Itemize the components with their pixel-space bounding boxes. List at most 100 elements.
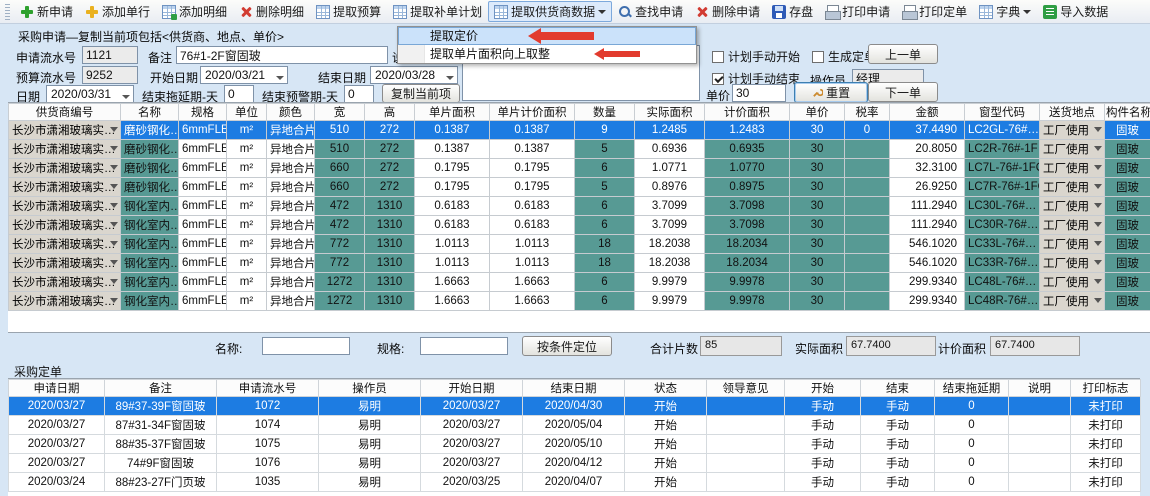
end-date-select[interactable]: 2020/03/28 <box>370 66 458 84</box>
cell-color[interactable]: 异地合片 <box>267 216 315 235</box>
cell-spec[interactable]: 6mmFLE… <box>179 292 227 311</box>
cell-part-name[interactable]: 固玻 <box>1105 159 1150 178</box>
cell-unit[interactable]: m² <box>227 159 267 178</box>
save-button[interactable]: 存盘 <box>766 1 819 22</box>
cell-color[interactable]: 异地合片 <box>267 254 315 273</box>
cell-part-name[interactable]: 固玻 <box>1105 235 1150 254</box>
cell-width[interactable]: 510 <box>315 140 365 159</box>
cell-start-date[interactable]: 2020/03/27 <box>421 416 523 435</box>
cell-apply-no[interactable]: 1035 <box>217 473 319 492</box>
cell-status[interactable]: 开始 <box>625 435 707 454</box>
cell-start[interactable]: 手动 <box>785 435 861 454</box>
cell-part-name[interactable]: 固玻 <box>1105 273 1150 292</box>
cell-end[interactable]: 手动 <box>861 473 935 492</box>
cell-piece-area[interactable]: 0.1387 <box>415 140 490 159</box>
cell-qty[interactable]: 6 <box>575 273 635 292</box>
cell-piece-area[interactable]: 0.1387 <box>415 121 490 140</box>
cell-spec[interactable]: 6mmFLE… <box>179 216 227 235</box>
cell-priced-area[interactable]: 0.6935 <box>705 140 790 159</box>
cell-part-name[interactable]: 固玻 <box>1105 140 1150 159</box>
cell-actual-area[interactable]: 18.2038 <box>635 235 705 254</box>
grid-row[interactable]: 长沙市潇湘玻璃实…钢化室内…6mmFLE…m²异地合片127213101.666… <box>9 292 1150 311</box>
cell-color[interactable]: 异地合片 <box>267 159 315 178</box>
cell-piece-area[interactable]: 1.6663 <box>415 292 490 311</box>
cell-window-code[interactable]: LC33L-76#… <box>965 235 1040 254</box>
grid-row[interactable]: 长沙市潇湘玻璃实…磨砂钢化…6mmFLE…m²异地合片6602720.17950… <box>9 159 1150 178</box>
cell-name[interactable]: 钢化室内… <box>121 292 179 311</box>
cell-end-delay[interactable]: 0 <box>935 473 1009 492</box>
cell-color[interactable]: 异地合片 <box>267 178 315 197</box>
cell-width[interactable]: 510 <box>315 121 365 140</box>
reset-button[interactable]: 重置 <box>794 82 868 103</box>
cell-amount[interactable]: 20.8050 <box>890 140 965 159</box>
cell-unit[interactable]: m² <box>227 254 267 273</box>
cell-remark[interactable]: 88#23-27F门页玻 <box>105 473 217 492</box>
cell-unit[interactable]: m² <box>227 178 267 197</box>
cell-remark[interactable]: 87#31-34F窗固玻 <box>105 416 217 435</box>
cell-end-delay[interactable]: 0 <box>935 397 1009 416</box>
cell-print-flag[interactable]: 未打印 <box>1071 416 1141 435</box>
cell-delivery-place[interactable]: 工厂使用 <box>1040 216 1105 235</box>
cell-print-flag[interactable]: 未打印 <box>1071 435 1141 454</box>
cell-priced-area[interactable]: 9.9978 <box>705 292 790 311</box>
cell-end-date[interactable]: 2020/04/07 <box>523 473 625 492</box>
cell-priced-area[interactable]: 0.8975 <box>705 178 790 197</box>
cell-qty[interactable]: 5 <box>575 140 635 159</box>
cell-tax-rate[interactable] <box>845 140 890 159</box>
cell-height[interactable]: 1310 <box>365 216 415 235</box>
cell-unit[interactable]: m² <box>227 140 267 159</box>
cell-part-name[interactable]: 固玻 <box>1105 292 1150 311</box>
cell-note[interactable] <box>1009 473 1071 492</box>
cell-spec[interactable]: 6mmFLE… <box>179 235 227 254</box>
cell-end[interactable]: 手动 <box>861 416 935 435</box>
cell-window-code[interactable]: LC30L-76#… <box>965 197 1040 216</box>
order-row[interactable]: 2020/03/2787#31-34F窗固玻1074易明2020/03/2720… <box>9 416 1141 435</box>
cell-piece-priced-area[interactable]: 1.6663 <box>490 292 575 311</box>
cell-unit-price[interactable]: 30 <box>790 254 845 273</box>
cell-start-date[interactable]: 2020/03/27 <box>421 454 523 473</box>
cell-color[interactable]: 异地合片 <box>267 273 315 292</box>
cell-tax-rate[interactable] <box>845 178 890 197</box>
cell-priced-area[interactable]: 18.2034 <box>705 254 790 273</box>
cell-tax-rate[interactable] <box>845 254 890 273</box>
cell-print-flag[interactable]: 未打印 <box>1071 454 1141 473</box>
cell-end[interactable]: 手动 <box>861 454 935 473</box>
cell-apply-date[interactable]: 2020/03/27 <box>9 397 105 416</box>
delete-apply-button[interactable]: 删除申请 <box>689 1 766 22</box>
cell-apply-no[interactable]: 1072 <box>217 397 319 416</box>
cell-piece-priced-area[interactable]: 0.1387 <box>490 140 575 159</box>
cell-end-delay[interactable]: 0 <box>935 435 1009 454</box>
cell-apply-date[interactable]: 2020/03/27 <box>9 435 105 454</box>
cell-height[interactable]: 272 <box>365 140 415 159</box>
cell-piece-area[interactable]: 1.6663 <box>415 273 490 292</box>
cell-tax-rate[interactable] <box>845 235 890 254</box>
cell-remark[interactable]: 89#37-39F窗固玻 <box>105 397 217 416</box>
cell-unit[interactable]: m² <box>227 273 267 292</box>
cell-piece-area[interactable]: 1.0113 <box>415 235 490 254</box>
cell-width[interactable]: 772 <box>315 235 365 254</box>
cell-tax-rate[interactable] <box>845 159 890 178</box>
cell-print-flag[interactable]: 未打印 <box>1071 397 1141 416</box>
apply-no-input[interactable] <box>82 46 138 64</box>
cell-window-code[interactable]: LC33R-76#… <box>965 254 1040 273</box>
cell-supplier[interactable]: 长沙市潇湘玻璃实… <box>9 292 121 311</box>
cell-end-date[interactable]: 2020/04/30 <box>523 397 625 416</box>
cell-name[interactable]: 磨砂钢化… <box>121 178 179 197</box>
cell-name[interactable]: 钢化室内… <box>121 197 179 216</box>
cell-delivery-place[interactable]: 工厂使用 <box>1040 273 1105 292</box>
cell-unit[interactable]: m² <box>227 197 267 216</box>
add-detail-button[interactable]: 添加明细 <box>156 1 233 22</box>
cell-width[interactable]: 1272 <box>315 273 365 292</box>
cell-qty[interactable]: 18 <box>575 254 635 273</box>
cell-start-date[interactable]: 2020/03/27 <box>421 397 523 416</box>
cell-color[interactable]: 异地合片 <box>267 121 315 140</box>
extract-supplement-plan-button[interactable]: 提取补单计划 <box>387 1 488 22</box>
cell-note[interactable] <box>1009 435 1071 454</box>
cell-delivery-place[interactable]: 工厂使用 <box>1040 159 1105 178</box>
cell-tax-rate[interactable]: 0 <box>845 121 890 140</box>
cell-start[interactable]: 手动 <box>785 397 861 416</box>
cell-apply-date[interactable]: 2020/03/27 <box>9 454 105 473</box>
cell-tax-rate[interactable] <box>845 273 890 292</box>
cell-name[interactable]: 钢化室内… <box>121 273 179 292</box>
cell-piece-priced-area[interactable]: 1.6663 <box>490 273 575 292</box>
